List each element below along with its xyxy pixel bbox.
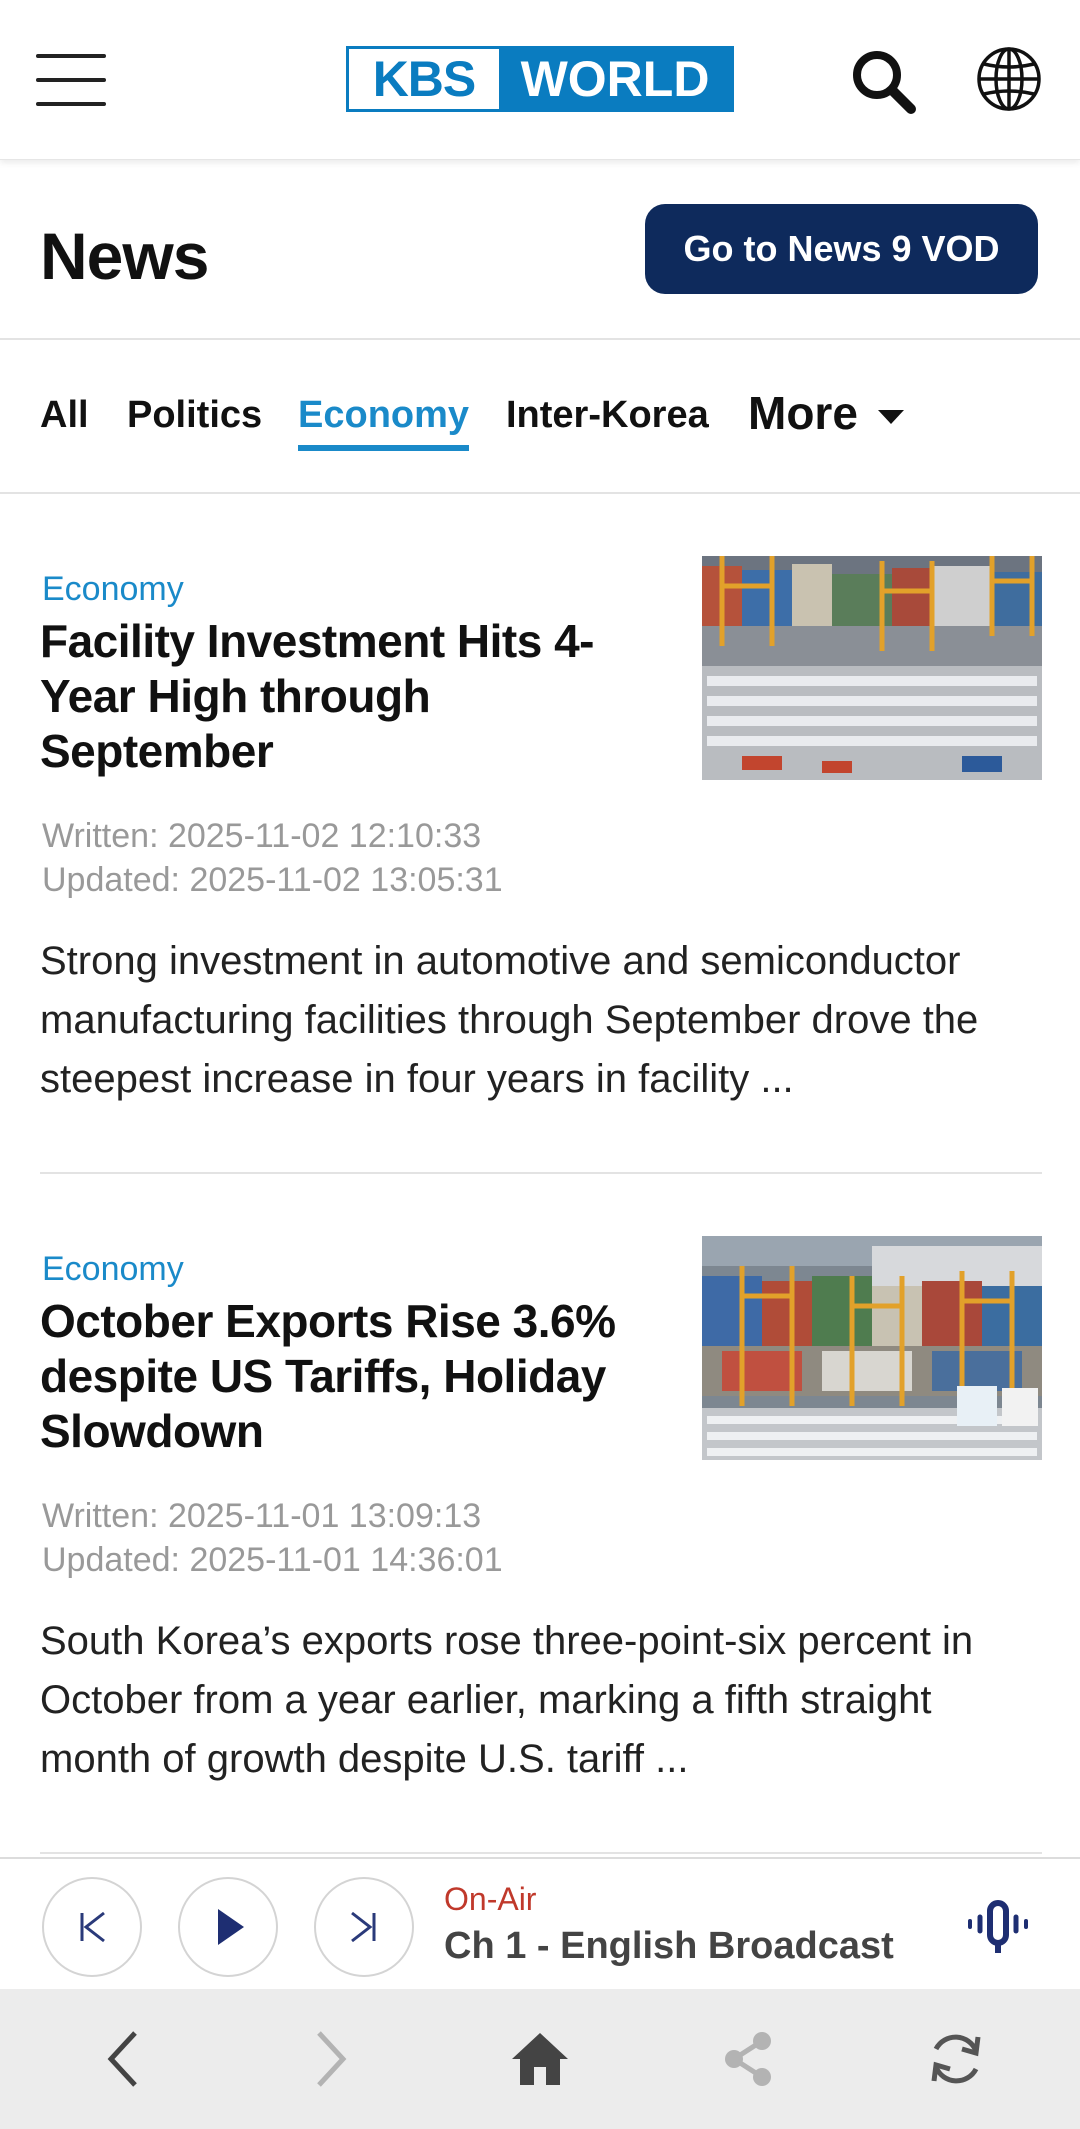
tab-politics[interactable]: Politics — [127, 394, 262, 437]
chevron-down-icon — [877, 410, 904, 424]
share-icon[interactable] — [708, 2019, 788, 2099]
menu-icon[interactable] — [36, 54, 106, 106]
back-icon[interactable] — [84, 2019, 164, 2099]
forward-icon[interactable] — [290, 2019, 370, 2099]
channel-name[interactable]: Ch 1 - English Broadcast — [444, 1925, 894, 1968]
tab-economy[interactable]: Economy — [298, 394, 470, 451]
go-to-news9-vod-button[interactable]: Go to News 9 VOD — [645, 204, 1038, 294]
globe-icon[interactable] — [974, 44, 1044, 114]
page-title: News — [40, 219, 209, 293]
browser-navigation-bar — [0, 1989, 1080, 2129]
news-title-row: News Go to News 9 VOD — [0, 162, 1080, 340]
article-thumbnail[interactable] — [702, 556, 1042, 780]
tab-all[interactable]: All — [40, 394, 89, 437]
article-written-date: Written: 2025-11-02 12:10:33 — [42, 817, 482, 855]
microphone-icon[interactable] — [966, 1899, 1030, 1955]
refresh-icon[interactable] — [916, 2019, 996, 2099]
article-headline[interactable]: October Exports Rise 3.6% despite US Tar… — [40, 1294, 640, 1459]
article-divider — [40, 1852, 1042, 1854]
radio-player-bar: On-Air Ch 1 - English Broadcast — [0, 1857, 1080, 1989]
skip-previous-icon[interactable] — [42, 1877, 142, 1977]
article-thumbnail[interactable] — [702, 1236, 1042, 1460]
article-summary[interactable]: South Korea’s exports rose three-point-s… — [40, 1612, 1050, 1789]
play-icon[interactable] — [178, 1877, 278, 1977]
site-header: KBS WORLD — [0, 0, 1080, 160]
article-timestamps: Written: 2025-11-02 12:10:33 Updated: 20… — [42, 814, 503, 902]
article-category[interactable]: Economy — [42, 1250, 184, 1289]
article-updated-date: Updated: 2025-11-01 14:36:01 — [42, 1541, 503, 1579]
skip-next-icon[interactable] — [314, 1877, 414, 1977]
kbs-world-logo[interactable]: KBS WORLD — [346, 46, 734, 112]
article-divider — [40, 1172, 1042, 1174]
tab-more-dropdown[interactable]: More — [748, 386, 904, 440]
tab-inter-korea[interactable]: Inter-Korea — [506, 394, 709, 437]
article-written-date: Written: 2025-11-01 13:09:13 — [42, 1497, 482, 1535]
logo-world-text: WORLD — [499, 49, 731, 109]
article-timestamps: Written: 2025-11-01 13:09:13 Updated: 20… — [42, 1494, 503, 1582]
article-headline[interactable]: Facility Investment Hits 4-Year High thr… — [40, 614, 640, 779]
article-summary[interactable]: Strong investment in automotive and semi… — [40, 932, 1050, 1109]
article-updated-date: Updated: 2025-11-02 13:05:31 — [42, 861, 503, 899]
logo-kbs-text: KBS — [349, 49, 499, 109]
tab-more-label: More — [748, 387, 858, 439]
category-tabs: All Politics Economy Inter-Korea More — [0, 342, 1080, 494]
home-icon[interactable] — [500, 2019, 580, 2099]
on-air-label: On-Air — [444, 1881, 537, 1917]
article-category[interactable]: Economy — [42, 570, 184, 609]
search-icon[interactable] — [848, 46, 918, 116]
